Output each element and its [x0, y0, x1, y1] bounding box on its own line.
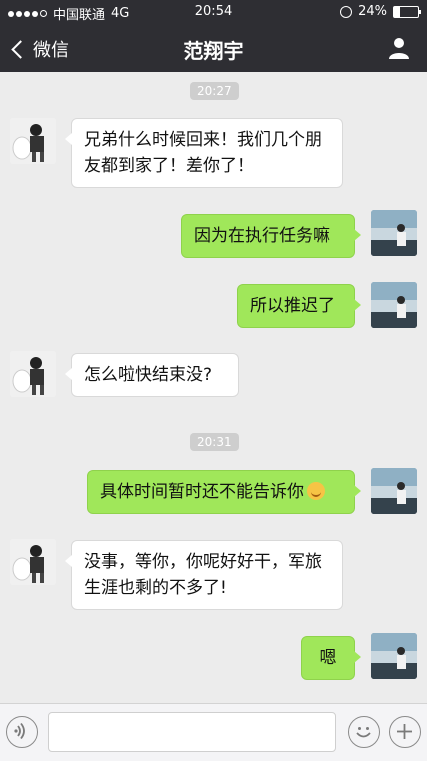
- my-avatar[interactable]: [371, 210, 417, 256]
- contact-avatar-image: [10, 539, 56, 585]
- contact-avatar[interactable]: [10, 539, 56, 585]
- battery-fill: [394, 6, 400, 17]
- message-text: 兄弟什么时候回来！我们几个朋友都到家了！差你了！: [84, 130, 322, 176]
- message-text: 具体时间暂时还不能告诉你: [100, 482, 304, 502]
- my-avatar[interactable]: [371, 633, 417, 679]
- message-bubble-incoming[interactable]: 兄弟什么时候回来！我们几个朋友都到家了！差你了！: [65, 118, 343, 188]
- message-bubble-incoming[interactable]: 没事，等你，你呢好好干，军旅生涯也剩的不多了!: [65, 540, 343, 610]
- person-icon: [389, 38, 409, 59]
- battery-tip: [419, 9, 421, 14]
- input-bar: [0, 703, 427, 761]
- emoji-button[interactable]: [348, 716, 380, 748]
- voice-icon: [14, 722, 25, 740]
- my-avatar-image: [371, 210, 417, 256]
- message-bubble-outgoing[interactable]: 嗯: [301, 636, 361, 680]
- timestamp: 20:31: [190, 433, 239, 451]
- chat-area[interactable]: 20:27 兄弟什么时候回来！我们几个朋友都到家了！差你了！ 因为在执行任务嘛: [0, 72, 427, 702]
- my-avatar-image: [371, 468, 417, 514]
- timestamp: 20:27: [190, 82, 239, 100]
- profile-button[interactable]: [387, 36, 411, 60]
- message-text: 嗯: [319, 648, 337, 668]
- contact-avatar-image: [10, 351, 56, 397]
- rotation-lock-icon: [340, 5, 353, 18]
- message-bubble-outgoing[interactable]: 所以推迟了: [237, 284, 361, 328]
- grin-emoji-icon: [307, 482, 325, 500]
- message-bubble-outgoing[interactable]: 因为在执行任务嘛: [181, 214, 361, 258]
- nav-bar: 微信 范翔宇: [0, 24, 427, 72]
- message-bubble-outgoing[interactable]: 具体时间暂时还不能告诉你: [87, 470, 361, 514]
- emoji-icon: [356, 727, 371, 738]
- contact-avatar-image: [10, 118, 56, 164]
- chat-title: 范翔宇: [183, 39, 244, 63]
- message-text: 所以推迟了: [250, 296, 335, 316]
- contact-avatar[interactable]: [10, 351, 56, 397]
- add-button[interactable]: [389, 716, 421, 748]
- status-right: 24%: [340, 4, 421, 19]
- status-bar: 中国联通 4G 20:54 24%: [0, 0, 427, 24]
- battery-icon: [393, 5, 421, 18]
- message-text: 怎么啦快结束没?: [84, 365, 213, 385]
- my-avatar[interactable]: [371, 282, 417, 328]
- message-text: 因为在执行任务嘛: [194, 226, 330, 246]
- my-avatar-image: [371, 282, 417, 328]
- contact-avatar[interactable]: [10, 118, 56, 164]
- plus-icon: [397, 724, 412, 739]
- my-avatar[interactable]: [371, 468, 417, 514]
- message-input[interactable]: [48, 712, 336, 752]
- voice-button[interactable]: [6, 716, 38, 748]
- message-text: 没事，等你，你呢好好干，军旅生涯也剩的不多了!: [84, 552, 322, 598]
- message-bubble-incoming[interactable]: 怎么啦快结束没?: [65, 353, 239, 397]
- battery-percent: 24%: [358, 4, 387, 19]
- my-avatar-image: [371, 633, 417, 679]
